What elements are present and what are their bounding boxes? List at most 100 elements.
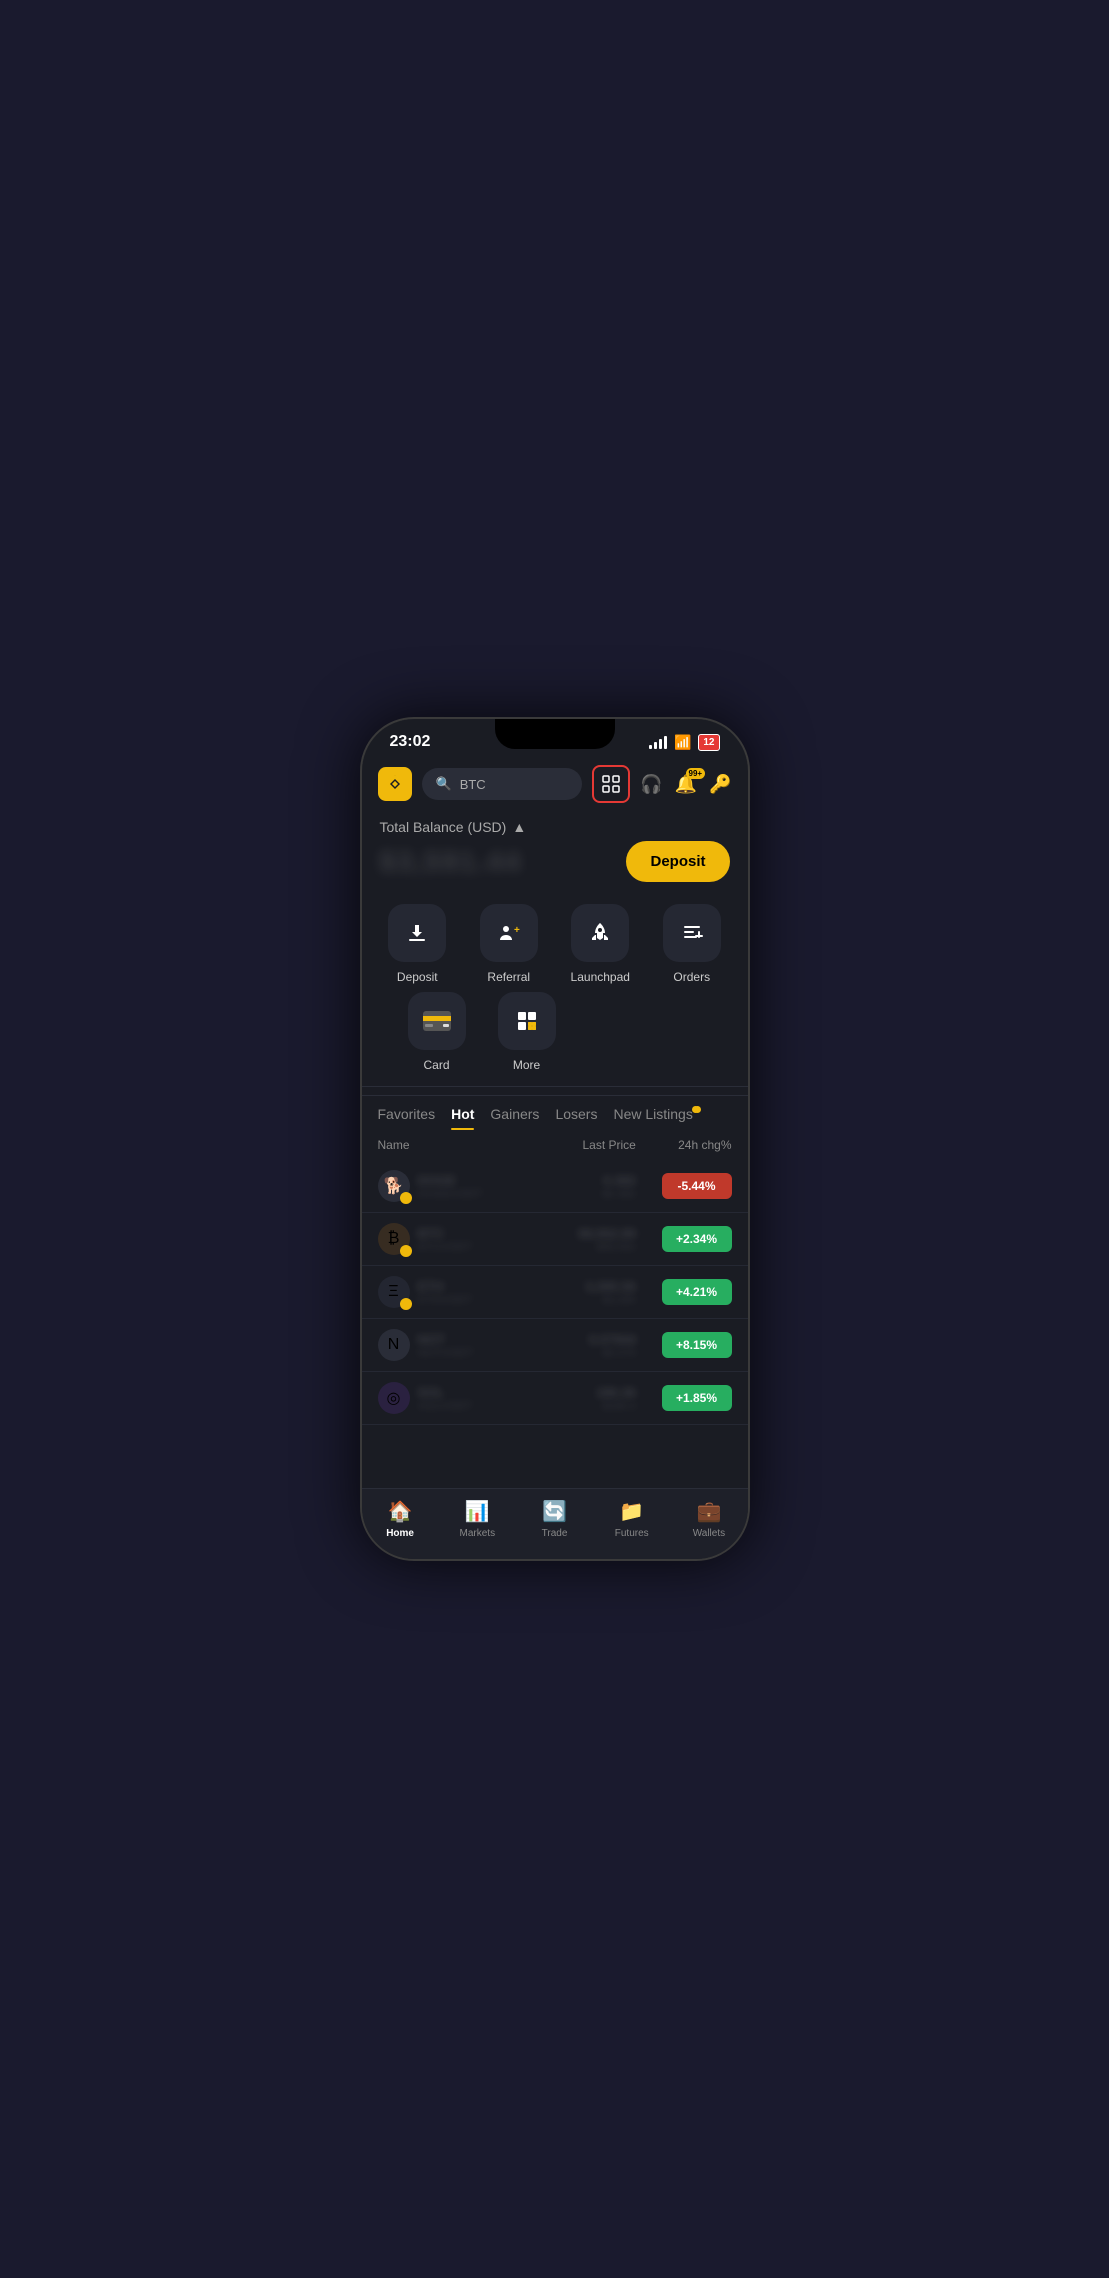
deposit-label: Deposit [397,970,438,984]
more-label: More [513,1058,540,1072]
coin-sub: ETH/USDT [418,1294,473,1306]
actions-row-2: Card More [372,988,738,1076]
binance-logo-icon[interactable] [378,767,412,801]
col-price-header: Last Price [521,1138,636,1152]
balance-section: Total Balance (USD) ▲ $3,591.44 Deposit [362,809,748,890]
coin-price: 186.36 $186.3 [521,1385,636,1412]
coin-sub: DOGE/USDT [418,1188,483,1200]
trade-icon: 🔄 [542,1499,567,1524]
card-icon [408,992,466,1050]
coin-sub: NOT/USDT [418,1347,474,1359]
wifi-icon: 📶 [674,734,691,751]
coin-symbol: DOGE [418,1173,483,1188]
section-divider [362,1086,748,1087]
nav-home[interactable]: 🏠 Home [362,1499,439,1539]
status-icons: 📶 12 [649,734,720,751]
referral-label: Referral [487,970,530,984]
coin-change: -5.44% [636,1173,732,1199]
coin-text: SOL SOL/USDT [418,1385,473,1412]
markets-icon: 📊 [465,1499,490,1524]
orders-label: Orders [673,970,710,984]
notification-icon[interactable]: 🔔 99+ [675,774,697,795]
orders-icon [663,904,721,962]
tab-new-listings[interactable]: New Listings [613,1106,692,1130]
card-label: Card [423,1058,449,1072]
coin-symbol: ETH [418,1279,473,1294]
action-orders[interactable]: Orders [657,904,727,984]
coin-icon: ◎ [378,1382,410,1414]
nav-wallets[interactable]: 💼 Wallets [670,1499,747,1539]
svg-text:+: + [514,925,520,936]
coin-price: 0.382 $0.382 [521,1173,636,1200]
nav-markets-label: Markets [460,1528,496,1539]
coin-info: ₿ BTC BTC/USDT [378,1223,522,1255]
coin-sub: SOL/USDT [418,1400,473,1412]
table-row[interactable]: 🐕 DOGE DOGE/USDT 0.382 $0.382 -5.44% [362,1160,748,1213]
launchpad-label: Launchpad [571,970,630,984]
coin-text: BTC BTC/USDT [418,1226,473,1253]
more-icon [498,992,556,1050]
coin-info: 🐕 DOGE DOGE/USDT [378,1170,522,1202]
phone-frame: 23:02 📶 12 [360,717,750,1561]
action-more[interactable]: More [492,992,562,1072]
bottom-nav: 🏠 Home 📊 Markets 🔄 Trade 📁 Futures 💼 Wal… [362,1488,748,1559]
tab-hot[interactable]: Hot [451,1106,474,1130]
status-time: 23:02 [390,733,431,751]
table-header: Name Last Price 24h chg% [362,1130,748,1160]
coin-change: +8.15% [636,1332,732,1358]
coin-symbol: BTC [418,1226,473,1241]
referral-icon: + [480,904,538,962]
tab-favorites[interactable]: Favorites [378,1106,436,1130]
coin-change: +4.21% [636,1279,732,1305]
nav-futures[interactable]: 📁 Futures [593,1499,670,1539]
search-input-value: BTC [460,777,486,792]
coin-info: ◎ SOL SOL/USDT [378,1382,522,1414]
market-table: Name Last Price 24h chg% 🐕 DOGE DOGE/USD… [362,1130,748,1488]
coin-icon: 🐕 [378,1170,410,1202]
table-row[interactable]: ₿ BTC BTC/USDT 98,562.89 $98,562 +2.34% [362,1213,748,1266]
deposit-button[interactable]: Deposit [626,841,729,882]
market-section: Favorites Hot Gainers Losers New Listing… [362,1095,748,1488]
coin-info: Ξ ETH ETH/USDT [378,1276,522,1308]
search-icon: 🔍 [436,776,452,792]
tab-losers[interactable]: Losers [555,1106,597,1130]
nav-futures-label: Futures [615,1528,649,1539]
table-row[interactable]: ◎ SOL SOL/USDT 186.36 $186.3 +1.85% [362,1372,748,1425]
notch [495,719,615,749]
tab-gainers[interactable]: Gainers [490,1106,539,1130]
futures-icon: 📁 [619,1499,644,1524]
quick-actions: Deposit + Referral [362,890,748,1076]
coin-symbol: NOT [418,1332,474,1347]
wallets-icon: 💼 [696,1499,721,1524]
coin-change: +2.34% [636,1226,732,1252]
action-card[interactable]: Card [402,992,472,1072]
phone-screen: 23:02 📶 12 [362,719,748,1559]
scan-button[interactable] [592,765,630,803]
profile-icon[interactable]: 🔑 [709,774,731,795]
coin-text: DOGE DOGE/USDT [418,1173,483,1200]
nav-home-label: Home [386,1528,414,1539]
table-row[interactable]: Ξ ETH ETH/USDT 3,395.56 $3,395 +4.21% [362,1266,748,1319]
action-launchpad[interactable]: Launchpad [565,904,635,984]
balance-amount: $3,591.44 [380,846,523,878]
battery-badge: 12 [698,734,719,751]
coin-icon: Ξ [378,1276,410,1308]
table-row[interactable]: N NOT NOT/USDT 0.07944 $0.079 +8.15% [362,1319,748,1372]
notification-badge: 99+ [686,768,706,779]
balance-toggle-icon[interactable]: ▲ [512,819,526,835]
home-icon: 🏠 [388,1499,413,1524]
coin-price: 98,562.89 $98,562 [521,1226,636,1253]
search-bar[interactable]: 🔍 BTC [422,768,583,800]
launchpad-icon [571,904,629,962]
nav-markets[interactable]: 📊 Markets [439,1499,516,1539]
deposit-icon [388,904,446,962]
action-deposit[interactable]: Deposit [382,904,452,984]
nav-trade[interactable]: 🔄 Trade [516,1499,593,1539]
balance-row: $3,591.44 Deposit [380,841,730,882]
headset-icon[interactable]: 🎧 [640,774,662,795]
action-referral[interactable]: + Referral [474,904,544,984]
signal-bars-icon [649,736,667,749]
coin-text: NOT NOT/USDT [418,1332,474,1359]
actions-row-1: Deposit + Referral [372,900,738,988]
header-icons: 🎧 🔔 99+ 🔑 [640,774,731,795]
